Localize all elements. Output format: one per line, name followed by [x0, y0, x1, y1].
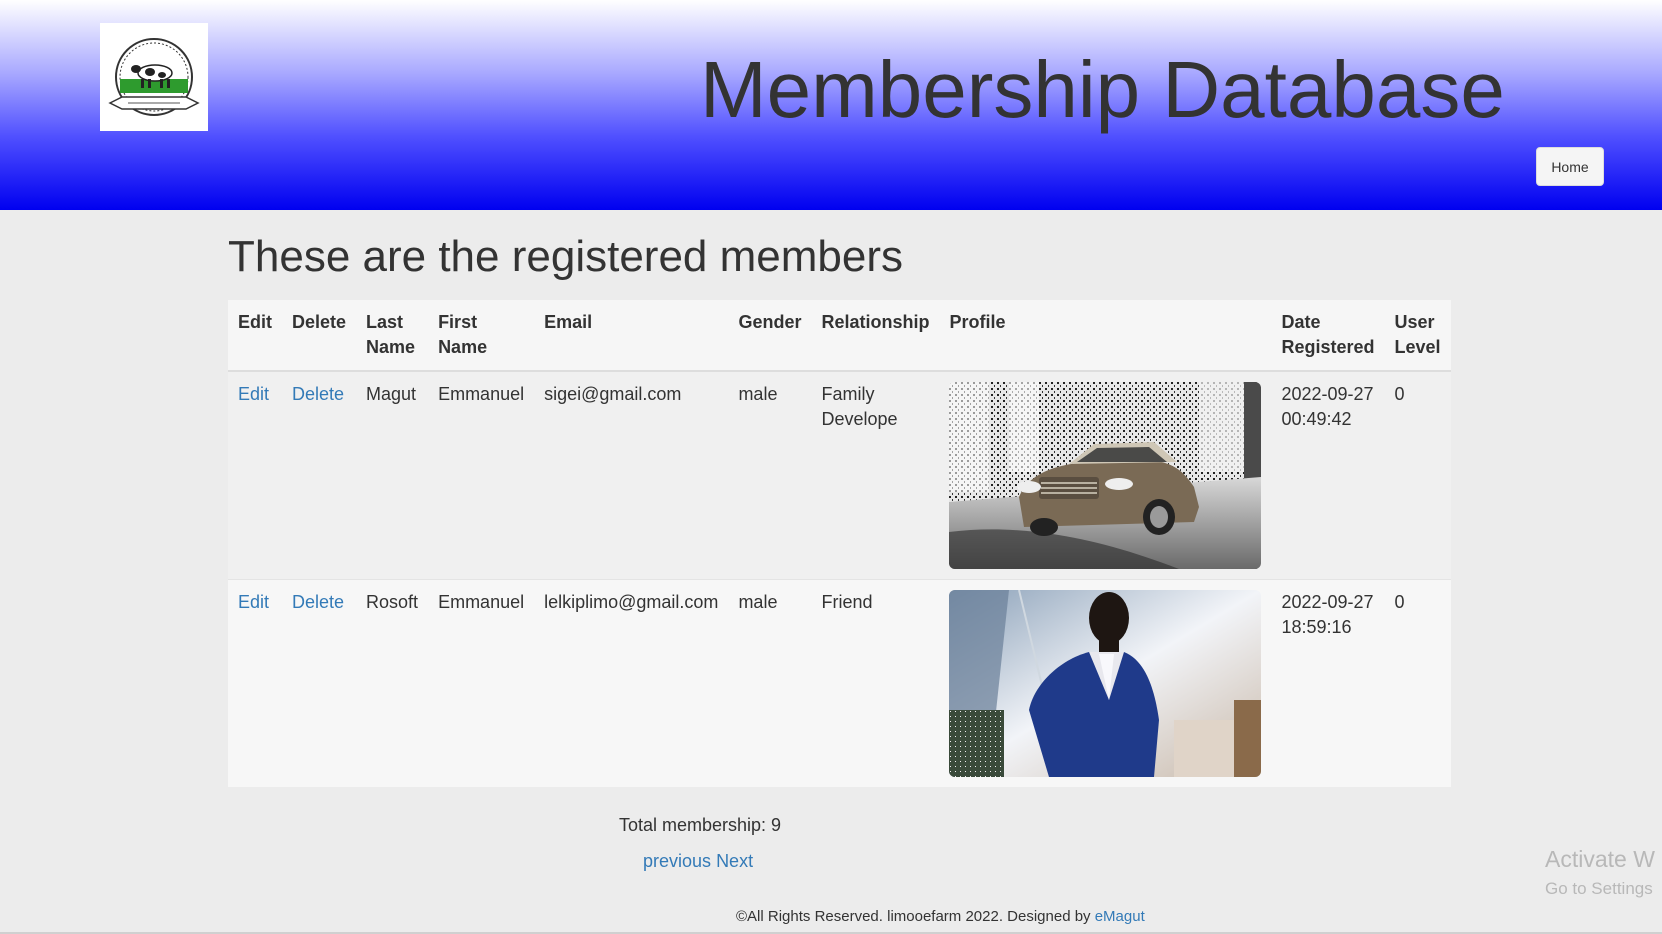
farm-logo[interactable]	[100, 23, 208, 131]
edit-link[interactable]: Edit	[238, 384, 269, 404]
pagination: previous Next	[643, 851, 753, 872]
relationship-cell: Friend	[811, 579, 940, 787]
column-header-delete: Delete	[282, 300, 357, 372]
column-header-user-level: User Level	[1384, 300, 1451, 372]
last-name-cell: Magut	[356, 370, 429, 580]
next-link[interactable]: Next	[716, 851, 753, 871]
activation-watermark-title: Activate W	[1545, 846, 1655, 872]
page-heading: These are the registered members	[228, 232, 903, 281]
delete-link[interactable]: Delete	[292, 384, 344, 404]
table-header-row: Edit Delete Last Name First Name Email G…	[228, 300, 1451, 372]
activation-watermark-subtitle: Go to Settings	[1545, 879, 1653, 898]
last-name-cell: Rosoft	[356, 579, 429, 787]
user-level-cell: 0	[1384, 579, 1451, 787]
members-table: Edit Delete Last Name First Name Email G…	[228, 300, 1451, 787]
total-membership: Total membership: 9	[619, 815, 782, 835]
email-cell: lelkiplimo@gmail.com	[534, 579, 729, 787]
site-title: Membership Database	[700, 45, 1505, 134]
previous-link[interactable]: previous	[643, 851, 711, 871]
relationship-cell: Family Develope	[811, 370, 940, 580]
first-name-cell: Emmanuel	[428, 370, 535, 580]
delete-link[interactable]: Delete	[292, 592, 344, 612]
column-header-email: Email	[534, 300, 729, 372]
email-cell: sigei@gmail.com	[534, 370, 729, 580]
column-header-edit: Edit	[228, 300, 282, 372]
table-row: Edit Delete Rosoft Emmanuel lelkiplimo@g…	[228, 579, 1451, 787]
gender-cell: male	[728, 579, 812, 787]
column-header-relationship: Relationship	[811, 300, 940, 372]
designer-link[interactable]: eMagut	[1095, 908, 1145, 925]
profile-photo-person	[949, 590, 1262, 777]
profile-photo-car	[949, 382, 1262, 569]
footer: ©All Rights Reserved. limooefarm 2022. D…	[736, 908, 1145, 925]
user-level-cell: 0	[1384, 370, 1451, 580]
date-registered-cell: 2022-09-27 18:59:16	[1271, 579, 1385, 787]
site-header: Membership Database Home	[0, 0, 1662, 210]
column-header-date-registered: Date Registered	[1271, 300, 1385, 372]
footer-text: ©All Rights Reserved. limooefarm 2022. D…	[736, 908, 1095, 925]
table-row: Edit Delete Magut Emmanuel sigei@gmail.c…	[228, 370, 1451, 580]
date-registered-cell: 2022-09-27 00:49:42	[1271, 370, 1385, 580]
gender-cell: male	[728, 370, 812, 580]
first-name-cell: Emmanuel	[428, 579, 535, 787]
edit-link[interactable]: Edit	[238, 592, 269, 612]
home-button[interactable]: Home	[1536, 147, 1604, 186]
column-header-profile: Profile	[939, 300, 1272, 372]
column-header-first-name: First Name	[428, 300, 535, 372]
column-header-last-name: Last Name	[356, 300, 429, 372]
column-header-gender: Gender	[728, 300, 812, 372]
